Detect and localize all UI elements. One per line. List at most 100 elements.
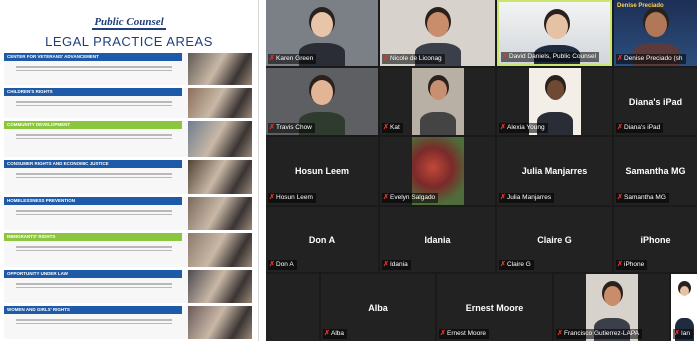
muted-mic-icon: ✗ <box>500 194 506 201</box>
participant-display-name: Don A <box>308 234 336 245</box>
participant-name-label: ✗Ian <box>673 329 694 339</box>
participant-tile[interactable]: ✗Kat <box>380 68 495 135</box>
practice-area-title: CONSUMER RIGHTS AND ECONOMIC JUSTICE <box>4 160 182 168</box>
practice-area-description <box>10 208 178 222</box>
participant-tile[interactable]: iPhone ✗iPhone <box>614 207 697 272</box>
participant-tile[interactable]: Idania ✗Idania <box>380 207 495 272</box>
practice-area-description <box>10 281 178 295</box>
practice-area-photo <box>188 88 252 118</box>
participant-tile[interactable]: Hosun Leem ✗Hosun Leem <box>266 137 378 205</box>
participant-name-text: Denise Preciado (sh <box>624 55 683 62</box>
muted-mic-icon: ✗ <box>617 55 623 62</box>
practice-area: CONSUMER RIGHTS AND ECONOMIC JUSTICE <box>4 160 252 194</box>
practice-area-description <box>10 99 178 113</box>
practice-area-photo <box>188 121 252 157</box>
practice-area-title: WOMEN AND GIRLS' RIGHTS <box>4 306 182 314</box>
muted-mic-icon: ✗ <box>269 194 275 201</box>
participant-name-text: Nicole de Liconag <box>390 55 442 62</box>
practice-area-title: HOMELESSNESS PREVENTION <box>4 197 182 205</box>
participant-tile[interactable]: ✗Francisco Gutierrez-LAPA <box>554 274 669 341</box>
practice-area-photo <box>188 160 252 194</box>
participant-tile[interactable]: ✗David Daniels, Public Counsel <box>497 0 612 66</box>
muted-mic-icon: ✗ <box>557 330 563 337</box>
practice-area-title: COMMUNITY DEVELOPMENT <box>4 121 182 129</box>
muted-mic-icon: ✗ <box>500 261 506 268</box>
participant-display-name: Samantha MG <box>625 166 686 176</box>
muted-mic-icon: ✗ <box>500 124 506 131</box>
participant-name-text: Idania <box>390 261 408 268</box>
practice-area-description <box>10 132 178 146</box>
participant-tile[interactable]: Julia Manjarres ✗Julia Manjarres <box>497 137 612 205</box>
muted-mic-icon: ✗ <box>269 55 275 62</box>
practice-area-title: OPPORTUNITY UNDER LAW <box>4 270 182 278</box>
participant-name-label: ✗Claire G <box>499 260 534 270</box>
participant-name-label: ✗Idania <box>382 260 411 270</box>
practice-area-photo <box>188 53 252 85</box>
participant-name-label: ✗Julia Manjarres <box>499 193 555 203</box>
participant-display-name: iPhone <box>640 234 671 245</box>
participant-name-text: Alexia Young <box>507 124 545 131</box>
practice-area: CHILDREN'S RIGHTS <box>4 88 252 118</box>
muted-mic-icon: ✗ <box>383 124 389 131</box>
participant-name-text: Francisco Gutierrez-LAPA <box>564 330 640 337</box>
practice-area: CENTER FOR VETERANS' ADVANCEMENT <box>4 53 252 85</box>
muted-mic-icon: ✗ <box>324 330 330 337</box>
participant-tile[interactable] <box>266 274 319 341</box>
participant-display-name: Ernest Moore <box>465 302 524 313</box>
participant-name-text: Kat <box>390 124 400 131</box>
video-gallery: ✗Karen Green ✗Nicole de Liconag ✗David Dan… <box>266 0 697 341</box>
participant-name-label: ✗Alba <box>323 329 348 339</box>
participant-name-label: ✗Samantha MG <box>616 193 669 203</box>
participant-tile[interactable]: ✗Travis Chow <box>266 68 378 135</box>
participant-tile[interactable]: Claire G ✗Claire G <box>497 207 612 272</box>
practice-area: IMMIGRANTS' RIGHTS <box>4 233 252 267</box>
muted-mic-icon: ✗ <box>617 194 623 201</box>
practice-area-photo <box>188 306 252 339</box>
participant-name-text: Hosun Leem <box>276 194 313 201</box>
muted-mic-icon: ✗ <box>269 124 275 131</box>
muted-mic-icon: ✗ <box>383 55 389 62</box>
practice-area-photo <box>188 233 252 267</box>
participant-tile[interactable]: ✗Ian <box>671 274 697 341</box>
legal-practice-areas-poster: Public Counsel LEGAL PRACTICE AREAS CENT… <box>0 0 259 341</box>
participant-name-text: iPhone <box>624 261 645 268</box>
muted-mic-icon: ✗ <box>383 261 389 268</box>
participant-display-name: Hosun Leem <box>294 166 349 176</box>
participant-display-name: Alba <box>368 302 388 313</box>
participant-figure <box>412 68 464 135</box>
participant-name-label: ✗iPhone <box>616 260 648 270</box>
participant-name-text: Samantha MG <box>624 194 666 201</box>
participant-name-text: Julia Manjarres <box>507 194 552 201</box>
muted-mic-icon: ✗ <box>674 330 680 337</box>
participant-tile[interactable]: Samantha MG ✗Samantha MG <box>614 137 697 205</box>
participant-name-label: ✗Kat <box>382 123 403 133</box>
muted-mic-icon: ✗ <box>269 261 275 268</box>
practice-area-description <box>10 171 178 185</box>
participant-display-name: Claire G <box>537 234 572 245</box>
participant-tile[interactable]: ✗Evelyn Salgado <box>380 137 495 205</box>
participant-tile[interactable]: ✗Alexia Young <box>497 68 612 135</box>
practice-area-photo <box>188 270 252 303</box>
participant-name-text: Karen Green <box>276 55 314 62</box>
participant-name-label: ✗Hosun Leem <box>268 193 316 203</box>
practice-area-photo <box>188 197 252 230</box>
practice-area-title: CHILDREN'S RIGHTS <box>4 88 182 96</box>
participant-name-text: Ernest Moore <box>447 330 487 337</box>
participant-tile[interactable]: Diana's iPad ✗Diana's iPad <box>614 68 697 135</box>
participant-tile[interactable]: Alba ✗Alba <box>321 274 435 341</box>
participant-display-name: Diana's iPad <box>628 96 683 107</box>
participant-tile[interactable]: Ernest Moore ✗Ernest Moore <box>437 274 552 341</box>
participant-name-label: ✗Denise Preciado (sh <box>616 54 686 64</box>
participant-name-text: Ian <box>681 330 691 337</box>
participant-tile[interactable]: ✗Nicole de Liconag <box>380 0 495 66</box>
participant-name-label: ✗Don A <box>268 260 297 270</box>
participant-tile[interactable]: Don A ✗Don A <box>266 207 378 272</box>
participant-video <box>412 68 464 135</box>
participant-name-text: David Daniels, Public Counsel <box>509 53 597 60</box>
participant-tile[interactable]: ✗Karen Green <box>266 0 378 66</box>
participant-tile[interactable]: Denise Preciado ✗Denise Preciado (sh <box>614 0 697 66</box>
practice-area: COMMUNITY DEVELOPMENT <box>4 121 252 157</box>
participant-name-label: ✗Francisco Gutierrez-LAPA <box>556 329 643 339</box>
practice-area-title: IMMIGRANTS' RIGHTS <box>4 233 182 241</box>
participant-name-label: ✗Travis Chow <box>268 123 315 133</box>
